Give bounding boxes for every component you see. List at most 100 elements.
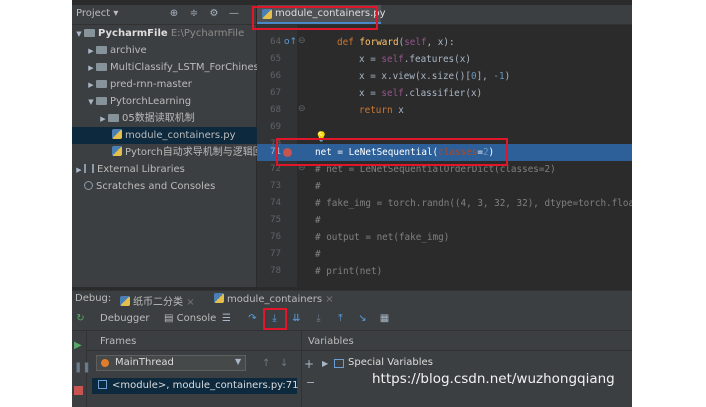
code-line[interactable]: # [315,212,632,229]
code-line[interactable]: # [315,246,632,263]
collapsed-icon[interactable]: ▶ [86,77,96,93]
code-line[interactable]: return x [359,102,632,119]
code-line[interactable]: x = self.features(x) [359,51,632,68]
override-marker-icon[interactable]: o↑ [284,37,297,47]
expand-icon[interactable]: ▼ [86,94,96,110]
frame-label: <module>, module_containers.py:71 [112,380,299,391]
step-out-icon[interactable]: ⤒ [334,312,347,325]
fold-icon[interactable]: ⊖ [298,36,306,46]
code-line[interactable]: # fake_img = torch.randn((4, 3, 32, 32),… [315,195,632,212]
locate-icon[interactable]: ⊕ [168,8,180,20]
code-line[interactable]: def forward(self, x): [337,34,632,51]
close-icon[interactable]: × [186,297,194,308]
collapsed-icon[interactable]: ▶ [86,43,96,59]
line-number: 65 [270,54,281,64]
folder-icon [96,97,107,105]
python-file-icon [112,146,122,156]
folder-icon [96,80,107,88]
folder-icon [108,114,119,122]
menu-icon[interactable]: ☰ [220,312,233,325]
frame-item[interactable]: <module>, module_containers.py:71 [92,378,299,394]
tab-debugger[interactable]: Debugger [100,313,150,324]
debug-tab-bar: Debug: 纸币二分类 × module_containers × [72,290,632,309]
debug-tab-2[interactable]: module_containers × [214,293,334,305]
variables-icon [334,359,344,368]
tab-console[interactable]: ▤ Console [164,313,216,324]
line-number: 77 [270,249,281,259]
project-tree: ▼ PycharmFile E:\PycharmFile ▶ archive ▶ Mu… [72,25,296,287]
pause-icon[interactable]: ❚❚ [74,362,91,373]
code-line[interactable]: x = self.classifier(x) [359,85,632,102]
tree-item-archive[interactable]: ▶ archive [72,42,270,59]
add-icon[interactable]: + [304,357,314,371]
line-number: 75 [270,215,281,225]
annotation-box-tab [252,6,378,30]
run-to-cursor-icon[interactable]: ↘ [356,312,369,325]
folder-icon [96,63,107,71]
variables-header: Variables [308,336,354,347]
line-number: 76 [270,232,281,242]
step-into-my-code-icon[interactable]: ⇊ [290,312,303,325]
frames-header: Frames [100,336,137,347]
thread-icon [101,359,109,367]
force-step-into-icon[interactable]: ⤓ [312,312,325,325]
code-line[interactable]: # [315,178,632,195]
line-number: 68 [270,105,281,115]
tree-item-pred-rnn[interactable]: ▶ pred-rnn-master [72,76,270,93]
line-number: 64 [270,37,281,47]
code-line[interactable]: # print(net) [315,263,632,280]
watermark: https://blog.csdn.net/wuzhongqiang [372,371,615,387]
project-panel-title[interactable]: Project ▾ [76,8,118,19]
step-over-icon[interactable]: ↷ [246,312,259,325]
collapsed-icon[interactable]: ▶ [86,60,96,76]
python-file-icon [112,129,122,139]
debug-toolbar: ↻ Debugger ▤ Console ☰ ↷ ⤓ ⇊ ⤓ ⤒ ↘ ▦ [72,308,632,331]
thread-selector[interactable]: MainThread ▼ [96,355,246,371]
scratch-icon [84,181,93,190]
hide-icon[interactable]: — [228,8,240,20]
debug-label: Debug: [75,293,112,304]
tree-item-root[interactable]: ▼ PycharmFile E:\PycharmFile [72,25,258,42]
arrow-down-icon[interactable]: ↓ [280,358,288,369]
annotation-box-line [276,138,508,166]
ide-window: Project ▾ ⊕ ≑ ⚙ — ▼ PycharmFile E:\Pychar… [72,0,632,407]
chevron-down-icon: ▼ [235,357,242,366]
thread-name: MainThread [115,357,174,368]
code-line[interactable] [315,119,632,136]
line-number: 74 [270,198,281,208]
special-variables[interactable]: Special Variables [348,357,433,368]
tree-item-external-libraries[interactable]: ▶ External Libraries [72,161,258,178]
close-icon[interactable]: × [325,294,333,305]
debug-side-strip: ▶ ❚❚ [72,331,91,407]
tree-item-05[interactable]: ▶ 05数据读取机制 [72,110,282,127]
fold-icon[interactable]: ⊖ [298,104,306,114]
collapsed-icon[interactable]: ▶ [322,359,328,368]
line-number: 67 [270,88,281,98]
minus-icon[interactable]: − [306,376,315,389]
rerun-icon[interactable]: ↻ [74,312,87,325]
settings-icon[interactable]: ⚙ [208,8,220,20]
collapsed-icon[interactable]: ▶ [98,111,108,127]
debug-tab-1[interactable]: 纸币二分类 × [120,293,195,308]
collapsed-icon[interactable]: ▶ [74,162,84,178]
folder-icon [84,29,95,37]
annotation-box-step [263,308,287,330]
tree-item-multiclassify[interactable]: ▶ MultiClassify_LSTM_ForChinese [72,59,270,76]
tree-item-pytorchlearning[interactable]: ▼ PytorchLearning [72,93,270,110]
library-icon [84,164,94,173]
divider [86,350,632,351]
line-number: 69 [270,122,281,132]
tree-item-scratches[interactable]: Scratches and Consoles [72,178,268,195]
stop-icon[interactable] [74,386,83,395]
python-file-icon [214,293,224,303]
code-line[interactable]: x = x.view(x.size()[0], -1) [359,68,632,85]
evaluate-icon[interactable]: ▦ [378,312,391,325]
collapse-icon[interactable]: ≑ [188,8,200,20]
divider [301,331,302,407]
arrow-up-icon[interactable]: ↑ [262,358,270,369]
line-number: 78 [270,266,281,276]
expand-icon[interactable]: ▼ [74,26,84,42]
resume-icon[interactable]: ▶ [74,340,82,351]
console-icon: ▤ [164,313,174,324]
code-line[interactable]: # output = net(fake_img) [315,229,632,246]
